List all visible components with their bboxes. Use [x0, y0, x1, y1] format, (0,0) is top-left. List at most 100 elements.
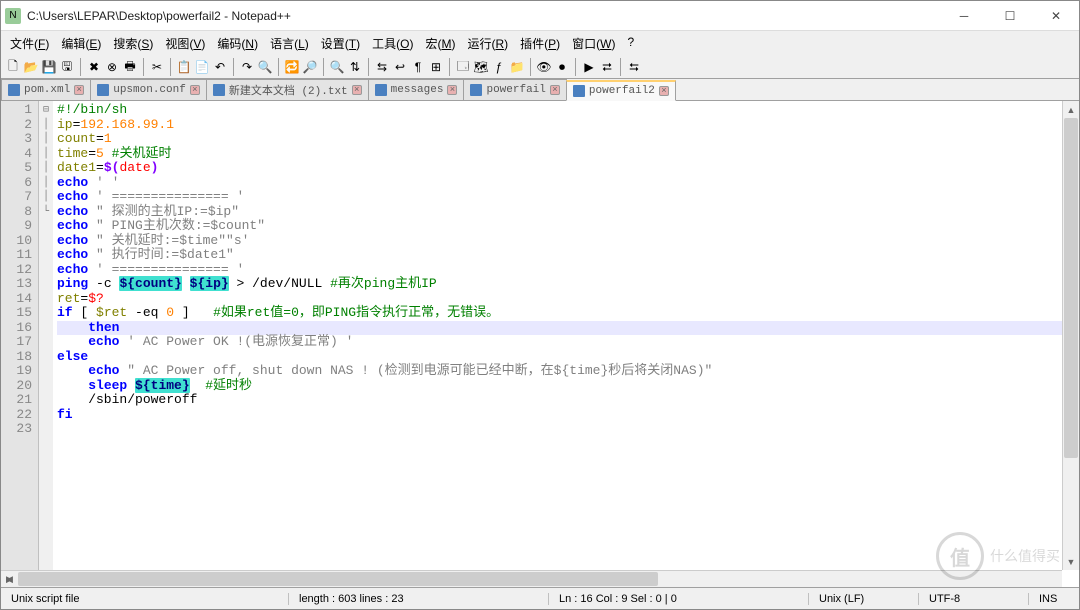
- monitor-button[interactable]: 👁: [536, 59, 552, 75]
- tab[interactable]: powerfail2 ×: [566, 80, 676, 101]
- tab-close-icon[interactable]: ×: [659, 86, 669, 96]
- close-all-button[interactable]: ⊗: [104, 59, 120, 75]
- file-icon: [470, 84, 482, 96]
- code-editor[interactable]: #!/bin/ship=192.168.99.1count=1time=5 #关…: [53, 101, 1079, 570]
- close-button[interactable]: ✖: [86, 59, 102, 75]
- menu-item[interactable]: 宏(M): [420, 33, 460, 54]
- separator: [143, 58, 144, 76]
- scroll-down-icon[interactable]: ▼: [1063, 553, 1079, 570]
- doc-map-button[interactable]: 🗺: [473, 59, 489, 75]
- status-eol[interactable]: Unix (LF): [809, 593, 919, 605]
- tab[interactable]: pom.xml ×: [1, 79, 91, 100]
- scroll-thumb-vertical[interactable]: [1064, 118, 1078, 458]
- tab-close-icon[interactable]: ×: [550, 85, 560, 95]
- status-lang: Unix script file: [1, 593, 289, 605]
- scroll-up-icon[interactable]: ▲: [1063, 101, 1079, 118]
- play-button[interactable]: ▶: [581, 59, 597, 75]
- paste-button[interactable]: 📄: [194, 59, 210, 75]
- rtl-button[interactable]: ⮂: [599, 59, 615, 75]
- wrap-button[interactable]: ↩: [392, 59, 408, 75]
- find-button[interactable]: 🔍: [257, 59, 273, 75]
- maximize-button[interactable]: ☐: [987, 1, 1033, 31]
- toolbar: 🗋📂💾🖫✖⊗🖶✂📋📄↶↷🔍🔁🔎🔍⇅⇆↩¶⊞🗔🗺ƒ📁👁⏺▶⮂⮀: [1, 56, 1079, 79]
- sync-v-button[interactable]: ⇅: [347, 59, 363, 75]
- close-button[interactable]: ✕: [1033, 1, 1079, 31]
- tab-close-icon[interactable]: ×: [447, 85, 457, 95]
- separator: [233, 58, 234, 76]
- copy-button[interactable]: 📋: [176, 59, 192, 75]
- func-list-button[interactable]: ƒ: [491, 59, 507, 75]
- tab[interactable]: powerfail ×: [463, 79, 566, 100]
- sync-h-button[interactable]: ⇆: [374, 59, 390, 75]
- save-button[interactable]: 💾: [41, 59, 57, 75]
- tab-label: pom.xml: [24, 84, 70, 96]
- save-all-button[interactable]: 🖫: [59, 59, 75, 75]
- menu-item[interactable]: 工具(O): [367, 33, 418, 54]
- menu-item[interactable]: 搜索(S): [108, 33, 158, 54]
- tab-label: messages: [391, 84, 444, 96]
- status-encoding[interactable]: UTF-8: [919, 593, 1029, 605]
- fold-column[interactable]: ⊟││││││└: [39, 101, 53, 570]
- zoom-in-button[interactable]: 🔎: [302, 59, 318, 75]
- status-position: Ln : 16 Col : 9 Sel : 0 | 0: [549, 593, 809, 605]
- separator: [620, 58, 621, 76]
- tab-close-icon[interactable]: ×: [190, 85, 200, 95]
- undo-button[interactable]: ↶: [212, 59, 228, 75]
- tab-label: powerfail2: [589, 85, 655, 97]
- new-button[interactable]: 🗋: [5, 59, 21, 75]
- tab[interactable]: 新建文本文档 (2).txt ×: [206, 79, 369, 100]
- ltr-button[interactable]: ⮀: [626, 59, 642, 75]
- tab[interactable]: messages×: [368, 79, 465, 100]
- separator: [278, 58, 279, 76]
- tab-label: 新建文本文档 (2).txt: [229, 82, 348, 98]
- status-length: length : 603 lines : 23: [289, 593, 549, 605]
- replace-button[interactable]: 🔁: [284, 59, 300, 75]
- menu-item[interactable]: 语言(L): [265, 33, 314, 54]
- menu-item[interactable]: 文件(F): [5, 33, 54, 54]
- file-icon: [573, 85, 585, 97]
- editor-area: 1234567891011121314151617181920212223 ⊟│…: [1, 101, 1079, 570]
- cut-button[interactable]: ✂: [149, 59, 165, 75]
- menu-item[interactable]: 编码(N): [212, 33, 263, 54]
- separator: [368, 58, 369, 76]
- folder-button[interactable]: 📁: [509, 59, 525, 75]
- horizontal-scrollbar[interactable]: ◀ ▶: [1, 570, 1062, 587]
- minimize-button[interactable]: ─: [941, 1, 987, 31]
- indent-guide-button[interactable]: ⊞: [428, 59, 444, 75]
- separator: [530, 58, 531, 76]
- print-button[interactable]: 🖶: [122, 59, 138, 75]
- menu-item[interactable]: 视图(V): [160, 33, 210, 54]
- tab-label: powerfail: [486, 84, 545, 96]
- separator: [575, 58, 576, 76]
- menu-bar: 文件(F)编辑(E)搜索(S)视图(V)编码(N)语言(L)设置(T)工具(O)…: [1, 31, 1079, 56]
- record-button[interactable]: ⏺: [554, 59, 570, 75]
- menu-item[interactable]: 设置(T): [316, 33, 365, 54]
- menu-item[interactable]: 编辑(E): [56, 33, 106, 54]
- show-all-button[interactable]: ¶: [410, 59, 426, 75]
- separator: [170, 58, 171, 76]
- tab-close-icon[interactable]: ×: [352, 85, 362, 95]
- file-icon: [97, 84, 109, 96]
- separator: [323, 58, 324, 76]
- status-bar: Unix script file length : 603 lines : 23…: [1, 587, 1079, 609]
- file-icon: [213, 84, 225, 96]
- scroll-thumb-horizontal[interactable]: [18, 572, 658, 586]
- watermark: 值 什么值得买: [936, 532, 1060, 580]
- menu-item[interactable]: 插件(P): [515, 33, 565, 54]
- menu-item[interactable]: 窗口(W): [567, 33, 620, 54]
- menu-item[interactable]: 运行(R): [462, 33, 513, 54]
- redo-button[interactable]: ↷: [239, 59, 255, 75]
- menu-item[interactable]: ?: [622, 33, 639, 54]
- line-number-gutter: 1234567891011121314151617181920212223: [1, 101, 39, 570]
- lang-button[interactable]: 🗔: [455, 59, 471, 75]
- tab-bar: pom.xml×upsmon.conf×新建文本文档 (2).txt×messa…: [1, 79, 1079, 101]
- zoom-out-button[interactable]: 🔍: [329, 59, 345, 75]
- window-title: C:\Users\LEPAR\Desktop\powerfail2 - Note…: [27, 9, 941, 23]
- tab[interactable]: upsmon.conf×: [90, 79, 207, 100]
- separator: [449, 58, 450, 76]
- scroll-right-icon[interactable]: ▶: [1, 571, 18, 588]
- status-insert-mode[interactable]: INS: [1029, 593, 1079, 605]
- open-button[interactable]: 📂: [23, 59, 39, 75]
- vertical-scrollbar[interactable]: ▲ ▼: [1062, 101, 1079, 570]
- tab-close-icon[interactable]: ×: [74, 85, 84, 95]
